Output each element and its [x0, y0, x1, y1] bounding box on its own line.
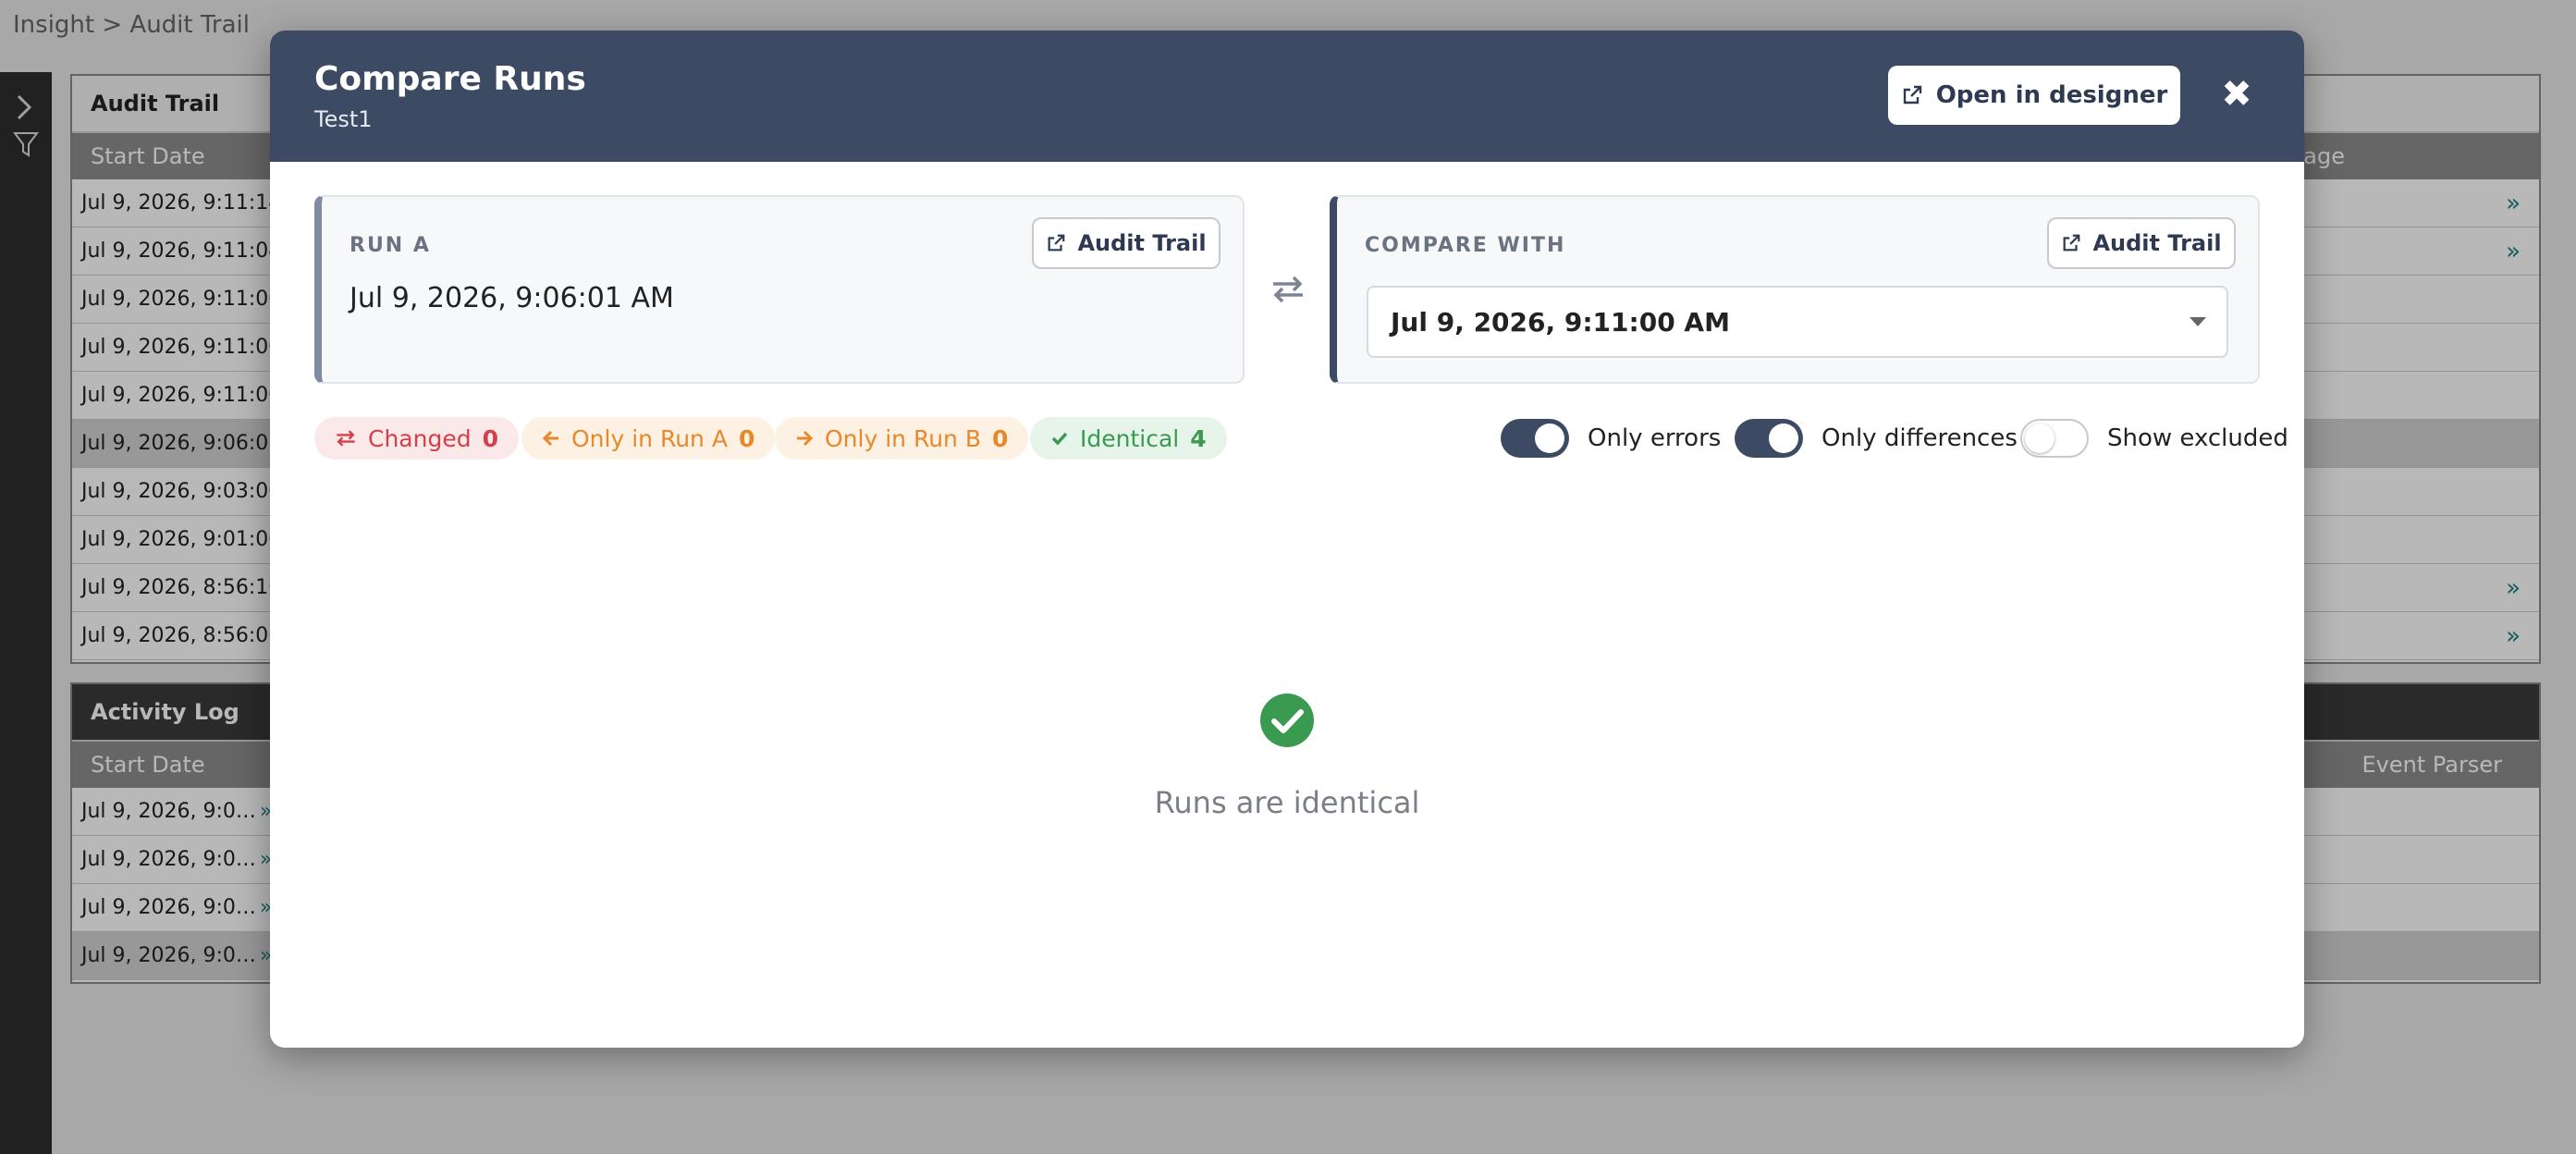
- external-link-icon: [2064, 234, 2080, 252]
- only-errors-label: Only errors: [1588, 424, 1722, 452]
- compare-with-label: COMPARE WITH: [1365, 234, 1566, 257]
- modal-subtitle: Test1: [314, 106, 373, 132]
- only-differences-switch[interactable]: [1735, 419, 1803, 458]
- audit-trail-label: Audit Trail: [2092, 230, 2222, 256]
- only-errors-switch[interactable]: [1501, 419, 1569, 458]
- only-in-run-b-chip[interactable]: Only in Run B 0: [775, 417, 1029, 460]
- only-in-run-b-count: 0: [991, 424, 1009, 452]
- identical-label: Identical: [1080, 424, 1180, 452]
- modal-title: Compare Runs: [314, 60, 586, 98]
- changed-label: Changed: [368, 424, 472, 452]
- external-link-icon: [1903, 85, 1921, 104]
- compare-run-select[interactable]: Jul 9, 2026, 9:11:00 AM: [1367, 286, 2228, 358]
- caret-down-icon: [2190, 317, 2206, 326]
- only-differences-label: Only differences: [1822, 424, 2018, 452]
- show-excluded-switch[interactable]: [2020, 419, 2089, 458]
- check-circle-icon: [1260, 694, 1314, 747]
- run-a-audit-trail-button[interactable]: Audit Trail: [1032, 217, 1221, 269]
- modal-header: Compare Runs Test1 Open in designer ✖: [270, 31, 2304, 162]
- compare-with-card: COMPARE WITH Audit Trail Jul 9, 2026, 9:…: [1330, 195, 2260, 384]
- show-excluded-toggle[interactable]: Show excluded: [2020, 419, 2288, 458]
- close-button[interactable]: ✖: [2214, 71, 2260, 117]
- arrow-right-icon: [797, 430, 814, 447]
- run-a-date: Jul 9, 2026, 9:06:01 AM: [350, 282, 674, 314]
- swap-icon: [337, 430, 355, 447]
- compare-run-selected-value: Jul 9, 2026, 9:11:00 AM: [1391, 306, 1730, 338]
- check-icon: [1051, 432, 1068, 446]
- only-in-run-a-count: 0: [738, 424, 755, 452]
- open-in-designer-button[interactable]: Open in designer: [1888, 66, 2180, 125]
- compare-runs-modal: Compare Runs Test1 Open in designer ✖ RU…: [270, 31, 2304, 1048]
- only-in-run-b-label: Only in Run B: [825, 424, 981, 452]
- only-in-run-a-chip[interactable]: Only in Run A 0: [521, 417, 776, 460]
- audit-trail-label: Audit Trail: [1077, 230, 1207, 256]
- swap-icon[interactable]: [1265, 271, 1311, 308]
- only-errors-toggle[interactable]: Only errors: [1501, 419, 1721, 458]
- run-a-label: RUN A: [350, 234, 431, 257]
- only-in-run-a-label: Only in Run A: [571, 424, 728, 452]
- run-a-card: RUN A Jul 9, 2026, 9:06:01 AM Audit Trai…: [314, 195, 1245, 384]
- identical-chip[interactable]: Identical 4: [1030, 417, 1227, 460]
- compare-audit-trail-button[interactable]: Audit Trail: [2047, 217, 2236, 269]
- open-in-designer-label: Open in designer: [1935, 81, 2168, 109]
- show-excluded-label: Show excluded: [2107, 424, 2288, 452]
- arrow-left-icon: [542, 430, 558, 447]
- external-link-icon: [1049, 234, 1065, 252]
- changed-count: 0: [482, 424, 498, 452]
- empty-state-message: Runs are identical: [1154, 785, 1420, 820]
- identical-count: 4: [1190, 424, 1207, 452]
- only-differences-toggle[interactable]: Only differences: [1735, 419, 2018, 458]
- changed-chip[interactable]: Changed 0: [314, 417, 519, 460]
